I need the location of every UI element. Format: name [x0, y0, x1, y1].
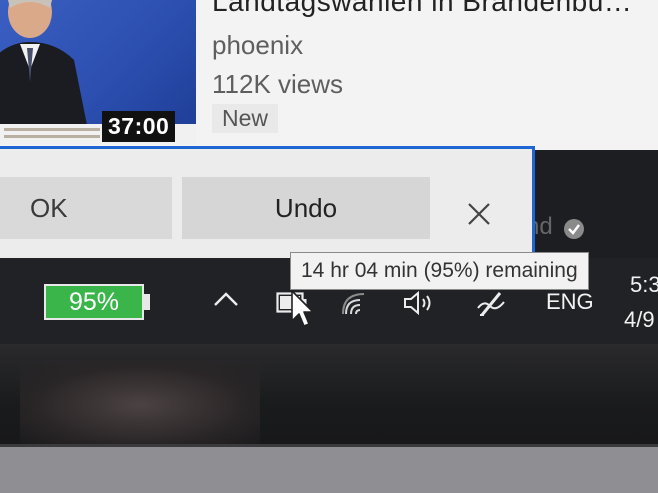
chevron-up-icon[interactable] [212, 290, 240, 308]
wifi-icon[interactable] [342, 290, 372, 316]
ok-button[interactable]: OK [0, 177, 172, 239]
thumbnail-person-image [0, 0, 88, 130]
input-language-indicator[interactable]: ENG [546, 289, 594, 315]
battery-tooltip: 14 hr 04 min (95%) remaining [290, 252, 589, 290]
undo-button[interactable]: Undo [182, 177, 430, 239]
volume-icon[interactable] [402, 290, 436, 316]
laptop-body [0, 447, 658, 493]
clock-date[interactable]: 4/9 [624, 307, 655, 333]
video-duration: 37:00 [102, 111, 176, 142]
verified-check-icon [564, 219, 584, 239]
clock-time[interactable]: 5:3 [630, 272, 658, 298]
close-icon[interactable] [462, 197, 496, 231]
bezel-reflection [20, 360, 260, 450]
battery-badge-tip [144, 294, 150, 310]
video-card[interactable]: 37:00 Landtagswahlen in Brandenbu… phoen… [0, 0, 658, 150]
mouse-cursor-icon [291, 290, 314, 327]
notification-toast: OK Undo [0, 146, 535, 261]
battery-percentage-badge[interactable]: 95% [44, 284, 144, 320]
pen-icon[interactable] [474, 288, 508, 318]
new-badge: New [212, 104, 279, 133]
channel-name[interactable]: phoenix [212, 30, 303, 61]
view-count: 112K views [212, 69, 344, 99]
video-title[interactable]: Landtagswahlen in Brandenbu… [212, 0, 632, 18]
